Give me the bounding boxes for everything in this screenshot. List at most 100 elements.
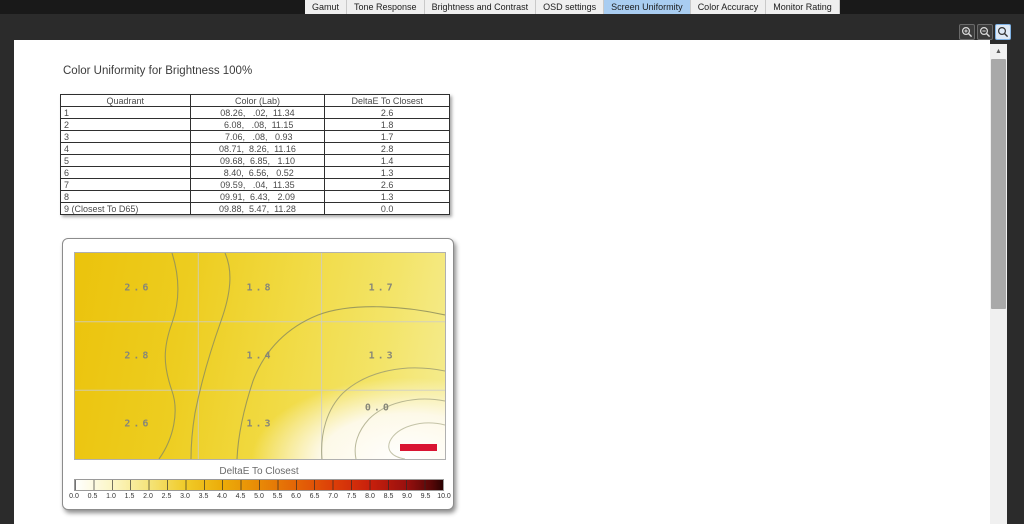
- report-page: Color Uniformity for Brightness 100% Qua…: [14, 40, 990, 524]
- report-tabs: GamutTone ResponseBrightness and Contras…: [305, 0, 840, 14]
- zoom-out-icon: [979, 26, 991, 38]
- quadrant-deltae-label: 2.6: [124, 418, 151, 429]
- colorbar-tick-label: 0.5: [88, 493, 98, 500]
- table-cell-lab: 7.06, .08, 0.93: [190, 131, 325, 143]
- quadrant-deltae-label: 0.0: [365, 402, 392, 413]
- colorbar-tick-label: 4.0: [217, 493, 227, 500]
- table-cell-de: 1.3: [325, 191, 450, 203]
- column-header-deltae: DeltaE To Closest: [325, 95, 450, 107]
- table-cell-quad: 2: [61, 119, 191, 131]
- table-row: 408.71, 8.26, 11.162.8: [61, 143, 450, 155]
- colorbar-tick-label: 8.0: [365, 493, 375, 500]
- table-cell-quad: 3: [61, 131, 191, 143]
- tab-brightness-and-contrast[interactable]: Brightness and Contrast: [425, 0, 537, 14]
- table-row: 809.91, 6.43, 2.091.3: [61, 191, 450, 203]
- tab-monitor-rating[interactable]: Monitor Rating: [766, 0, 840, 14]
- table-cell-quad: 1: [61, 107, 191, 119]
- table-cell-de: 1.8: [325, 119, 450, 131]
- scrollbar-up-arrow-icon[interactable]: ▲: [990, 44, 1007, 58]
- zoom-toolbar: [959, 24, 1011, 40]
- table-cell-lab: 6.08, .08, 11.15: [190, 119, 325, 131]
- quadrant-deltae-label: 1.3: [369, 351, 396, 362]
- tab-color-accuracy[interactable]: Color Accuracy: [691, 0, 767, 14]
- colorbar-tick-label: 5.5: [273, 493, 283, 500]
- table-cell-quad: 9 (Closest To D65): [61, 203, 191, 215]
- table-cell-de: 0.0: [325, 203, 450, 215]
- table-cell-lab: 09.68, 6.85, 1.10: [190, 155, 325, 167]
- app-window: GamutTone ResponseBrightness and Contras…: [0, 0, 1024, 524]
- table-row: 2 6.08, .08, 11.151.8: [61, 119, 450, 131]
- colorbar-tick-label: 10.0: [437, 493, 451, 500]
- quadrant-deltae-label: 1.4: [246, 351, 273, 362]
- uniformity-table: Quadrant Color (Lab) DeltaE To Closest 1…: [60, 94, 450, 215]
- top-tab-bar: GamutTone ResponseBrightness and Contras…: [0, 0, 1024, 14]
- colorbar-tick-label: 5.0: [254, 493, 264, 500]
- table-row: 509.68, 6.85, 1.101.4: [61, 155, 450, 167]
- zoom-select-icon: [997, 26, 1009, 38]
- quadrant-deltae-label: 1.7: [369, 283, 396, 294]
- table-cell-lab: 08.71, 8.26, 11.16: [190, 143, 325, 155]
- table-cell-lab: 8.40, 6.56, 0.52: [190, 167, 325, 179]
- table-cell-quad: 8: [61, 191, 191, 203]
- colorbar-tick-label: 4.5: [236, 493, 246, 500]
- table-row: 709.59, .04, 11.352.6: [61, 179, 450, 191]
- min-deltae-marker: [400, 444, 437, 451]
- table-cell-de: 2.6: [325, 107, 450, 119]
- quadrant-deltae-label: 1.3: [246, 418, 273, 429]
- table-cell-de: 2.8: [325, 143, 450, 155]
- zoom-in-button[interactable]: [959, 24, 975, 40]
- colorbar-caption: DeltaE To Closest: [74, 466, 444, 477]
- table-cell-de: 1.3: [325, 167, 450, 179]
- colorbar-tick-label: 2.0: [143, 493, 153, 500]
- table-cell-lab: 09.91, 6.43, 2.09: [190, 191, 325, 203]
- tab-osd-settings[interactable]: OSD settings: [536, 0, 604, 14]
- uniformity-contour-panel: 2.6 1.8 1.7 2.8 1.4 1.3 2.6 1.3 0.0 DeltaE To Cl…: [62, 238, 454, 510]
- table-cell-quad: 6: [61, 167, 191, 179]
- colorbar-tick-label: 8.5: [384, 493, 394, 500]
- colorbar-tick-labels: 0.00.51.01.52.02.53.03.54.04.55.05.56.06…: [74, 493, 444, 502]
- tab-tone-response[interactable]: Tone Response: [347, 0, 425, 14]
- colorbar-tick-label: 6.5: [310, 493, 320, 500]
- table-cell-lab: 08.26, .02, 11.34: [190, 107, 325, 119]
- colorbar-tick-label: 7.5: [347, 493, 357, 500]
- tab-screen-uniformity[interactable]: Screen Uniformity: [604, 0, 691, 14]
- table-cell-lab: 09.88, 5.47, 11.28: [190, 203, 325, 215]
- table-cell-quad: 7: [61, 179, 191, 191]
- table-row: 6 8.40, 6.56, 0.521.3: [61, 167, 450, 179]
- table-row: 3 7.06, .08, 0.931.7: [61, 131, 450, 143]
- vertical-scrollbar[interactable]: ▲: [990, 44, 1007, 524]
- colorbar-tick-label: 1.5: [125, 493, 135, 500]
- colorbar-tick-label: 9.0: [402, 493, 412, 500]
- colorbar-ticks: [75, 480, 443, 490]
- scrollbar-thumb[interactable]: [991, 59, 1006, 309]
- table-cell-quad: 5: [61, 155, 191, 167]
- colorbar-tick-label: 9.5: [421, 493, 431, 500]
- colorbar-tick-label: 1.0: [106, 493, 116, 500]
- tab-gamut[interactable]: Gamut: [305, 0, 347, 14]
- table-cell-de: 1.7: [325, 131, 450, 143]
- zoom-in-icon: [961, 26, 973, 38]
- table-cell-lab: 09.59, .04, 11.35: [190, 179, 325, 191]
- contour-plot: 2.6 1.8 1.7 2.8 1.4 1.3 2.6 1.3 0.0: [74, 252, 446, 460]
- colorbar-tick-label: 3.0: [180, 493, 190, 500]
- table-cell-de: 1.4: [325, 155, 450, 167]
- column-header-quadrant: Quadrant: [61, 95, 191, 107]
- table-header-row: Quadrant Color (Lab) DeltaE To Closest: [61, 95, 450, 107]
- zoom-out-button[interactable]: [977, 24, 993, 40]
- colorbar-tick-label: 7.0: [328, 493, 338, 500]
- zoom-select-button[interactable]: [995, 24, 1011, 40]
- colorbar-tick-label: 0.0: [69, 493, 79, 500]
- table-cell-de: 2.6: [325, 179, 450, 191]
- table-cell-quad: 4: [61, 143, 191, 155]
- colorbar-tick-label: 2.5: [162, 493, 172, 500]
- quadrant-deltae-label: 2.8: [124, 351, 151, 362]
- table-row: 108.26, .02, 11.342.6: [61, 107, 450, 119]
- column-header-color-lab: Color (Lab): [190, 95, 325, 107]
- colorbar-tick-label: 6.0: [291, 493, 301, 500]
- colorbar-tick-label: 3.5: [199, 493, 209, 500]
- table-row: 9 (Closest To D65)09.88, 5.47, 11.280.0: [61, 203, 450, 215]
- page-title: Color Uniformity for Brightness 100%: [63, 65, 252, 77]
- quadrant-deltae-label: 2.6: [124, 283, 151, 294]
- quadrant-deltae-label: 1.8: [246, 283, 273, 294]
- deltae-colorbar: [74, 479, 444, 491]
